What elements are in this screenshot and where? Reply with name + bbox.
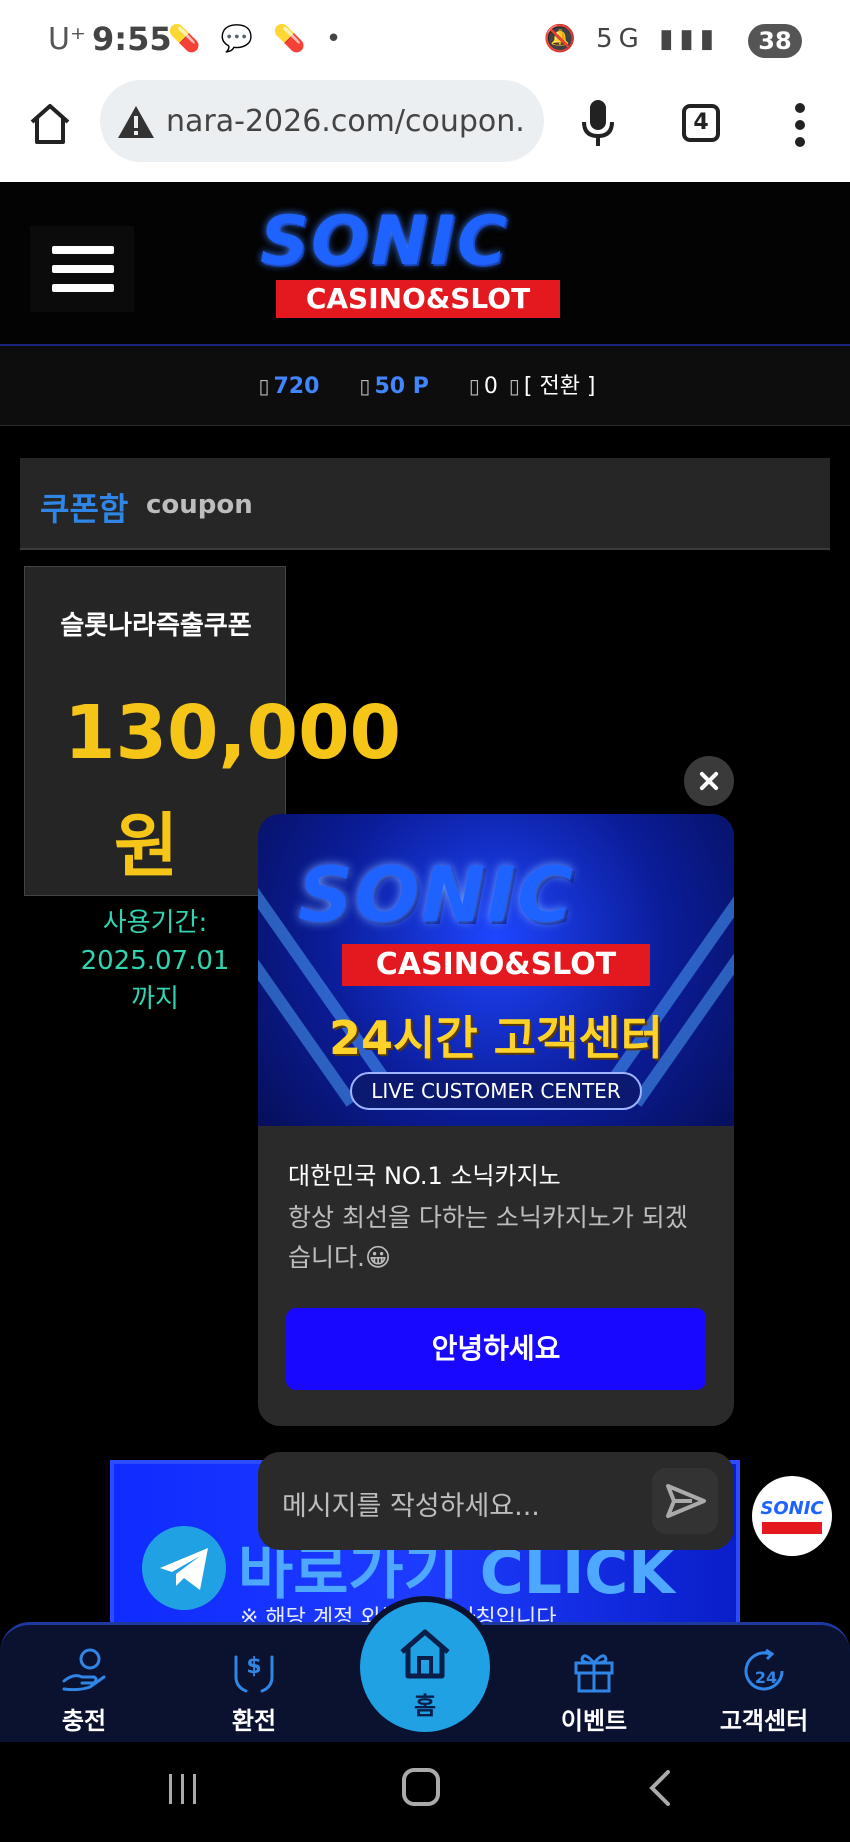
recent-apps-icon[interactable] xyxy=(166,1772,200,1806)
browser-toolbar: nara-2026.com/coupon. 4 xyxy=(0,80,850,182)
nav-exchange[interactable]: $ 환전 xyxy=(194,1633,314,1741)
point-icon: ▯ xyxy=(359,374,371,398)
nav-support[interactable]: 24 고객센터 xyxy=(704,1633,824,1741)
chat-banner-live: LIVE CUSTOMER CENTER xyxy=(350,1072,642,1110)
logo-subtitle: CASINO&SLOT xyxy=(276,280,560,318)
system-home-icon[interactable] xyxy=(402,1768,440,1806)
coupon-period-label: 사용기간: xyxy=(102,908,208,938)
other-balance: 0 xyxy=(483,374,498,399)
coupon-title-ko: 쿠폰함 xyxy=(40,490,129,528)
logo-word: SONIC xyxy=(260,202,509,281)
system-navigation xyxy=(0,1742,850,1842)
nav-home[interactable]: 홈 xyxy=(360,1602,490,1732)
convert-link[interactable]: [ 전환 ] xyxy=(524,374,596,399)
site-logo[interactable]: SONIC CASINO&SLOT xyxy=(260,202,580,322)
other-icon: ▯ xyxy=(468,374,480,398)
svg-text:24: 24 xyxy=(755,1668,777,1687)
telegram-icon xyxy=(142,1526,226,1610)
money-balance: 720 xyxy=(273,374,320,399)
deposit-hand-icon xyxy=(60,1647,108,1695)
chat-message: 항상 최선을 다하는 소닉카지노가 되겠습니다.😀 xyxy=(288,1203,688,1272)
chat-popup: SONIC CASINO&SLOT 24시간 고객센터 LIVE CUSTOME… xyxy=(258,814,734,1426)
send-icon[interactable] xyxy=(652,1468,718,1534)
microphone-icon[interactable] xyxy=(578,98,618,148)
coupon-period-date: 2025.07.01 xyxy=(80,946,230,976)
signal-icons: 🔕 5G ▮▮▮ xyxy=(543,24,720,54)
coupon-period: 사용기간: 2025.07.01 까지 xyxy=(60,904,250,1018)
coupon-title-en: coupon xyxy=(146,490,253,520)
tab-switcher-button[interactable]: 4 xyxy=(682,104,720,142)
chat-banner-subtitle: CASINO&SLOT xyxy=(342,944,650,986)
coupon-name: 슬롯나라즉출쿠폰 xyxy=(60,611,252,641)
chat-banner-headline: 24시간 고객센터 xyxy=(329,1011,663,1065)
chat-launcher-logo: SONIC xyxy=(760,1498,824,1519)
carrier-label: U⁺ xyxy=(48,22,86,57)
nav-deposit[interactable]: 충전 xyxy=(24,1633,144,1741)
status-bar: U⁺ 9:55 💊 💬 💊 • 🔕 5G ▮▮▮ 38 xyxy=(0,0,850,80)
gift-icon xyxy=(570,1647,618,1695)
coupon-amount: 130,000 xyxy=(64,690,402,776)
clock: 9:55 xyxy=(92,20,172,58)
back-icon[interactable] xyxy=(640,1768,680,1808)
support-24-icon: 24 xyxy=(740,1647,788,1695)
chat-launcher-avatar[interactable]: SONIC xyxy=(752,1476,832,1556)
nav-home-label: 홈 xyxy=(413,1692,437,1720)
money-icon: ▯ xyxy=(258,374,270,398)
chat-launcher-stripe xyxy=(762,1522,822,1534)
warning-icon[interactable] xyxy=(116,102,156,142)
chat-title: 대한민국 NO.1 소닉카지노 xyxy=(288,1162,561,1190)
other-icon-right: ▯ xyxy=(508,374,520,398)
url-text[interactable]: nara-2026.com/coupon. xyxy=(166,104,536,139)
menu-icon[interactable] xyxy=(30,226,134,312)
balance-bar: ▯ 720 ▯ 50 P ▯ 0 ▯[ 전환 ] xyxy=(0,346,850,426)
chat-banner-logo: SONIC xyxy=(298,850,576,939)
greet-button[interactable]: 안녕하세요 xyxy=(286,1308,706,1390)
address-bar[interactable]: nara-2026.com/coupon. xyxy=(100,80,544,162)
chat-input-placeholder: 메시지를 작성하세요... xyxy=(282,1491,540,1522)
coupon-period-suffix: 까지 xyxy=(131,984,179,1014)
nav-event[interactable]: 이벤트 xyxy=(534,1633,654,1741)
battery-icon: 38 xyxy=(748,24,802,58)
nav-exchange-label: 환전 xyxy=(231,1707,277,1735)
nav-support-label: 고객센터 xyxy=(719,1707,809,1735)
home-icon xyxy=(394,1622,456,1684)
page: U⁺ 9:55 💊 💬 💊 • 🔕 5G ▮▮▮ 38 nara-2026.co… xyxy=(0,0,850,1842)
chat-message-input[interactable]: 메시지를 작성하세요... xyxy=(258,1452,734,1550)
nav-event-label: 이벤트 xyxy=(560,1707,628,1735)
notification-icons: 💊 💬 💊 • xyxy=(168,24,348,54)
svg-text:$: $ xyxy=(246,1654,261,1679)
nav-deposit-label: 충전 xyxy=(61,1707,107,1735)
coupon-unit: 원 xyxy=(114,805,179,887)
exchange-money-icon: $ xyxy=(230,1647,278,1695)
chat-banner-image: SONIC CASINO&SLOT 24시간 고객센터 LIVE CUSTOME… xyxy=(258,814,734,1126)
point-balance: 50 P xyxy=(374,374,429,399)
browser-home-icon[interactable] xyxy=(26,100,74,148)
close-icon[interactable] xyxy=(684,756,734,806)
site-header: SONIC CASINO&SLOT xyxy=(0,182,850,346)
coupon-section-header: 쿠폰함 coupon xyxy=(20,458,830,550)
more-options-icon[interactable] xyxy=(790,100,810,150)
